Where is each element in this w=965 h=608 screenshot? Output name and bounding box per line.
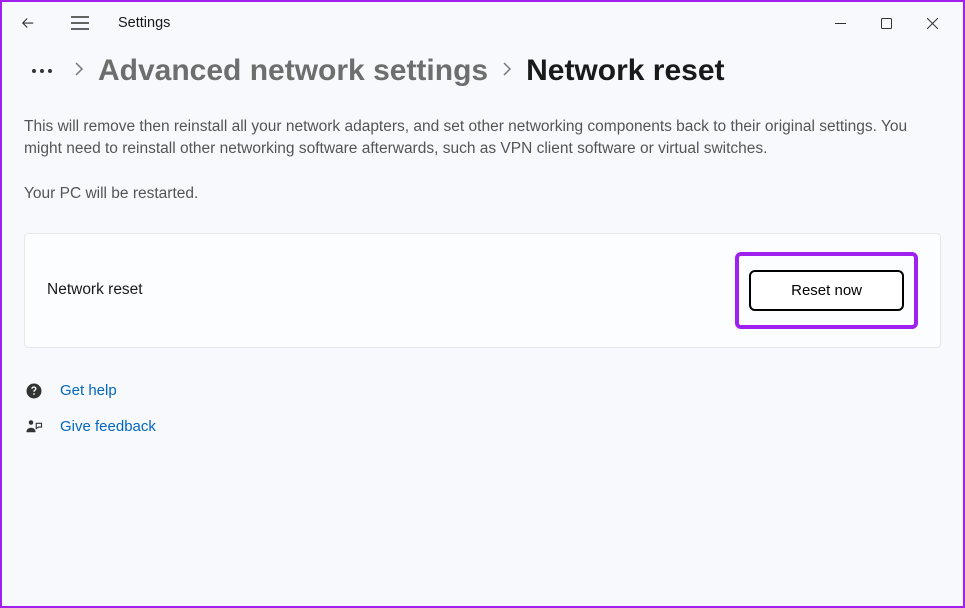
titlebar-left: Settings [10, 5, 170, 41]
maximize-button[interactable] [863, 7, 909, 39]
get-help-row: Get help [24, 382, 941, 400]
maximize-icon [881, 18, 892, 29]
highlight-annotation: Reset now [735, 252, 918, 329]
close-button[interactable] [909, 7, 955, 39]
help-icon [24, 382, 44, 400]
reset-now-button[interactable]: Reset now [749, 270, 904, 311]
close-icon [927, 18, 938, 29]
breadcrumb-overflow-button[interactable] [24, 58, 60, 84]
hamburger-icon [71, 16, 89, 30]
card-label: Network reset [47, 281, 143, 299]
get-help-link[interactable]: Get help [60, 382, 117, 399]
minimize-button[interactable] [817, 7, 863, 39]
minimize-icon [835, 18, 846, 29]
breadcrumb-parent[interactable]: Advanced network settings [98, 54, 488, 88]
app-title: Settings [118, 15, 170, 31]
page-title: Network reset [526, 54, 724, 88]
breadcrumb: Advanced network settings Network reset [24, 54, 941, 88]
feedback-icon [24, 418, 44, 436]
window-controls [817, 7, 955, 39]
network-reset-card: Network reset Reset now [24, 233, 941, 348]
give-feedback-link[interactable]: Give feedback [60, 418, 156, 435]
chevron-right-icon [502, 60, 512, 83]
ellipsis-icon [30, 67, 54, 75]
give-feedback-row: Give feedback [24, 418, 941, 436]
back-arrow-icon [19, 14, 37, 32]
content-area: Advanced network settings Network reset … [2, 44, 963, 474]
description-text: This will remove then reinstall all your… [24, 116, 924, 161]
chevron-right-icon [74, 60, 84, 83]
titlebar: Settings [2, 2, 963, 44]
restart-note: Your PC will be restarted. [24, 185, 941, 203]
menu-button[interactable] [62, 5, 98, 41]
back-button[interactable] [10, 5, 46, 41]
